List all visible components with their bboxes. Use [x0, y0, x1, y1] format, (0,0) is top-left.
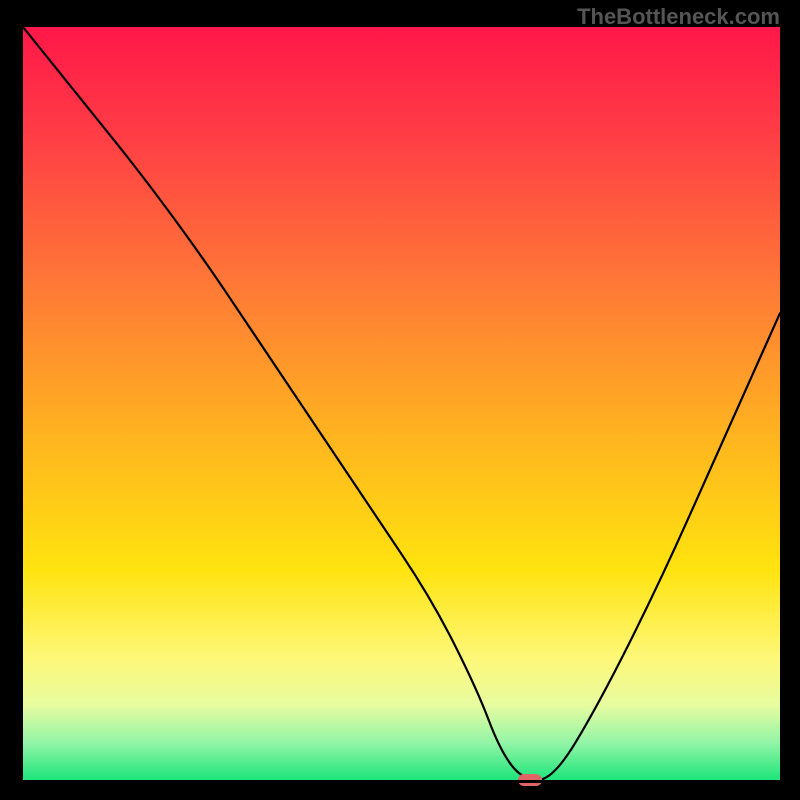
bottleneck-curve [23, 27, 780, 780]
y-axis [20, 27, 23, 783]
plot-area [23, 27, 780, 780]
x-axis [20, 780, 780, 783]
chart-container: TheBottleneck.com [0, 0, 800, 800]
watermark-label: TheBottleneck.com [577, 4, 780, 30]
